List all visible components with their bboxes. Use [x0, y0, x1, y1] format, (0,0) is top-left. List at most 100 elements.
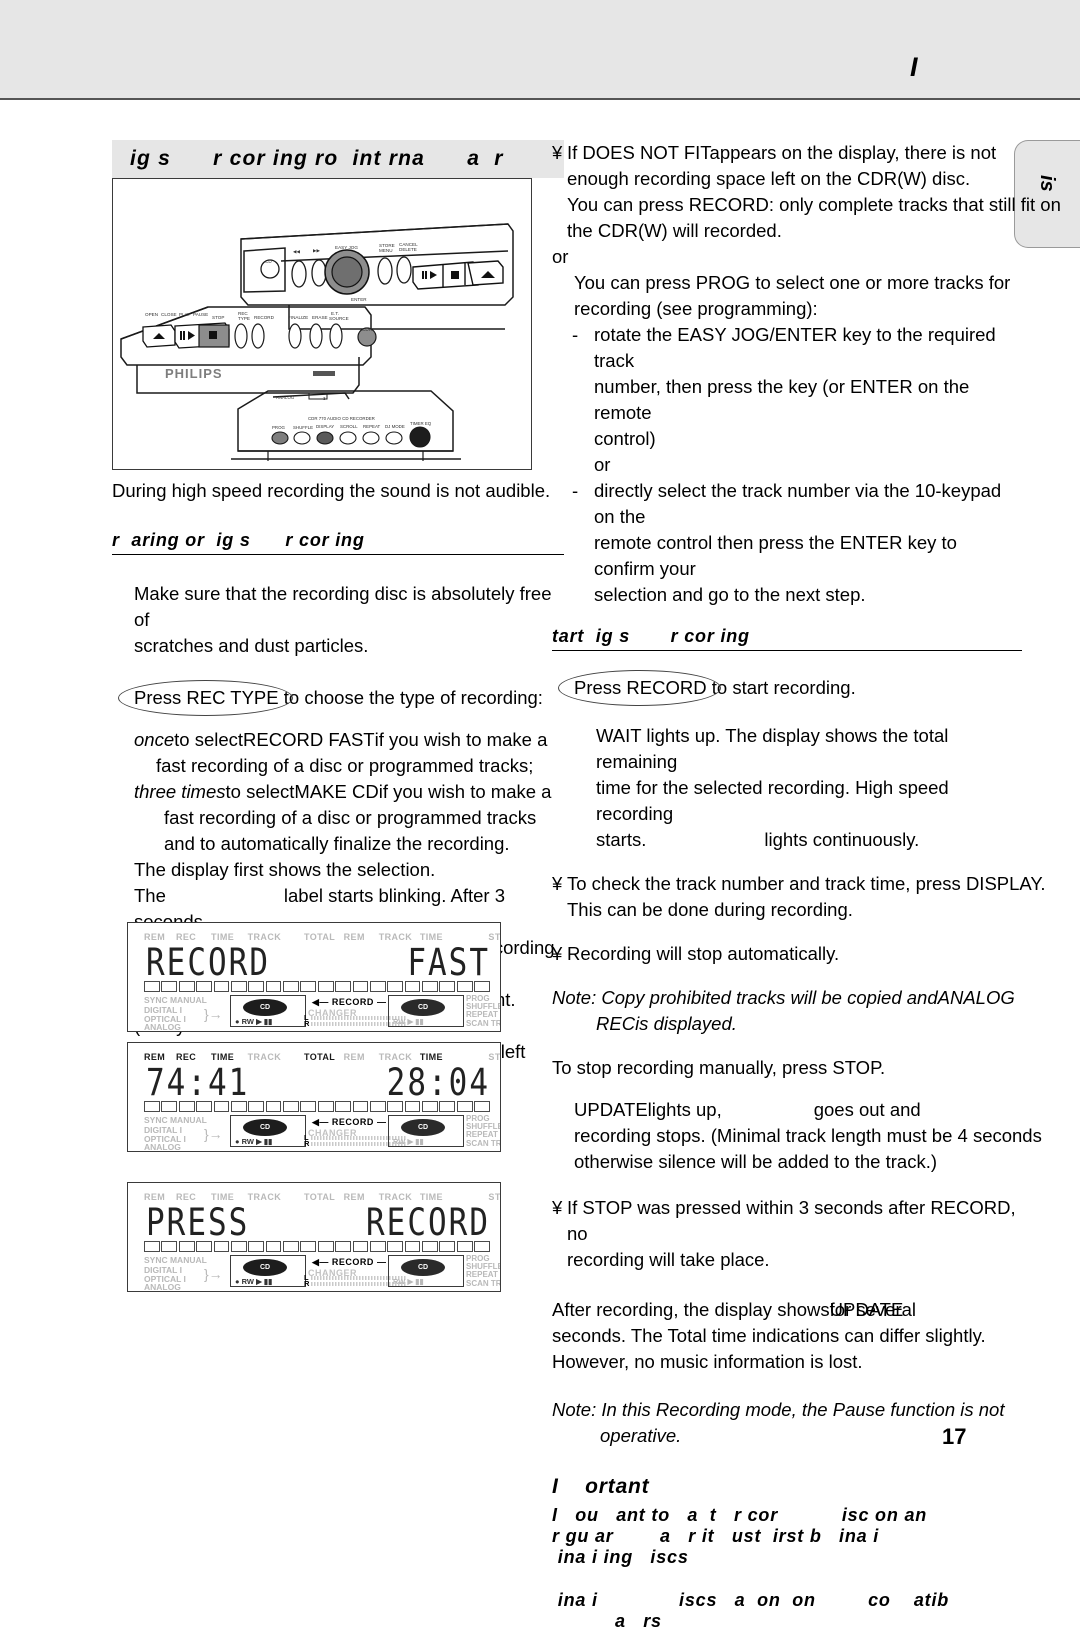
- update-2: recording stops. (Minimal track length m…: [574, 1125, 1042, 1146]
- update-3: otherwise silence will be added to the t…: [574, 1151, 937, 1172]
- bullet-stop-3sec: ¥ If STOP was pressed within 3 seconds a…: [552, 1195, 1022, 1273]
- track-tick: [178, 1101, 195, 1112]
- lcd1-label-rem-5: REM: [343, 931, 365, 942]
- track-tick: [422, 1101, 438, 1112]
- lcd1-main-left: RECORD: [146, 940, 270, 985]
- track-tick: [196, 981, 212, 992]
- lcd3-label-rem-5: REM: [343, 1191, 365, 1202]
- bullet-glyph-2: ¥: [552, 873, 563, 894]
- section-title: ig s r cor ing ro int rna a r: [112, 140, 564, 178]
- track-tick: [456, 1101, 473, 1112]
- track-tick: [352, 1241, 369, 1252]
- lcd-display-record-fast: REMRECTIMETRACKTOTALREMTRACKTIMESTEP REC…: [127, 922, 501, 1032]
- rec-type-callout[interactable]: Press REC TYPE: [118, 680, 293, 716]
- track-tick: [161, 981, 178, 992]
- track-tick: [317, 1101, 334, 1112]
- rotate-3: control): [594, 428, 656, 449]
- press-record-rest: to start recording.: [711, 677, 856, 698]
- track-tick: [335, 1101, 351, 1112]
- lcd3-disc-left-row: ● RW ▶ ▮▮: [235, 1277, 273, 1286]
- lcd2-mode-scan: SCAN TRACK: [466, 1138, 501, 1148]
- svg-text:ENTER: ENTER: [351, 297, 367, 302]
- bullet-glyph: ¥: [552, 142, 563, 163]
- svg-text:◀◀: ◀◀: [293, 249, 301, 254]
- dnf-4: the CDR(W) will recorded.: [567, 220, 782, 241]
- track-tick: [439, 1241, 456, 1252]
- page-header-title: I: [910, 52, 919, 82]
- dnf-1c: appears on the display, there is not: [709, 142, 997, 163]
- bullet-stop-3sec-body: If STOP was pressed within 3 seconds aft…: [567, 1195, 1022, 1273]
- track-tick: [265, 1241, 282, 1252]
- lcd2-disc-left-label: CD: [259, 1124, 271, 1131]
- lcd2-brace: }→: [204, 1126, 223, 1142]
- lcd2-sync-manual: SYNC MANUAL: [144, 1115, 207, 1125]
- svg-text:MENU: MENU: [379, 248, 393, 253]
- track-tick: [161, 1101, 178, 1112]
- track-tick: [352, 981, 369, 992]
- check-track-1: To check the track number and track time…: [567, 873, 1046, 894]
- note-copy-a: Note: Copy prohibited tracks will be cop…: [552, 987, 938, 1008]
- prep-line-1: Make sure that the recording disc is abs…: [134, 583, 552, 630]
- lcd1-disc-right: CD RW ▶ ▮▮: [388, 995, 464, 1027]
- lcd1-disc-right-oval: CD: [401, 999, 445, 1016]
- track-tick: [265, 981, 282, 992]
- lcd3-disc-left-label: CD: [259, 1264, 271, 1271]
- track-tick: [213, 1241, 230, 1252]
- page-number: 17: [942, 1424, 967, 1449]
- track-tick: [439, 1101, 456, 1112]
- bullet-auto-stop: ¥ Recording will stop automatically.: [552, 941, 1022, 967]
- prog-line-1: You can press PROG to select one or more…: [574, 272, 1011, 293]
- once-option: onceto selectRECORD FASTif you wish to m…: [112, 727, 564, 753]
- bullet-auto-stop-body: Recording will stop automatically.: [567, 943, 840, 964]
- track-tick: [248, 1241, 265, 1252]
- three-text-a: to select: [225, 781, 295, 802]
- lcd2-label-step-8: STEP: [488, 1051, 501, 1062]
- after-c: for several: [829, 1299, 917, 1320]
- track-tick: [230, 981, 247, 992]
- svg-text:CD: CD: [265, 259, 272, 264]
- three-bold: MAKE CD: [294, 781, 379, 802]
- track-tick: [387, 981, 404, 992]
- rec-type-step: Press REC TYPE to choose the type of rec…: [112, 680, 564, 716]
- track-tick: [196, 1241, 212, 1252]
- display-line2a: The: [134, 885, 166, 906]
- note-copy-c: REC: [596, 1013, 636, 1034]
- after-3: However, no music information is lost.: [552, 1351, 863, 1372]
- lcd2-record-label: ◀— RECORD —: [312, 1117, 387, 1127]
- lcd2-ch-r: R: [304, 1139, 310, 1148]
- lcd3-label-step-8: STEP: [488, 1191, 501, 1202]
- lcd2-source-analog: ANALOG: [144, 1142, 181, 1152]
- lcd1-main-right: FAST: [407, 940, 490, 985]
- svg-text:CDR 770 AUDIO CD RECORDER: CDR 770 AUDIO CD RECORDER: [308, 416, 375, 421]
- track-tick: [230, 1101, 247, 1112]
- track-tick: [283, 981, 299, 992]
- stop-manual-line: To stop recording manually, press STOP.: [552, 1057, 886, 1078]
- prep-line-2: scratches and dust particles.: [134, 635, 369, 656]
- lcd2-disc-left-row: ● RW ▶ ▮▮: [235, 1137, 273, 1146]
- lcd3-disc-right-label: CD: [417, 1264, 429, 1271]
- lcd2-disc-right-row: RW ▶ ▮▮: [393, 1137, 424, 1146]
- svg-text:DISPLAY: DISPLAY: [316, 424, 334, 429]
- lcd3-disc-right-row: RW ▶ ▮▮: [393, 1277, 424, 1286]
- track-tick: [317, 981, 334, 992]
- three-cont-1: fast recording of a disc or programmed t…: [164, 807, 537, 828]
- track-tick: [317, 1241, 334, 1252]
- lcd3-bottom: SYNC MANUAL DIGITAL I OPTICAL I ANALOG }→ …: [144, 1254, 500, 1291]
- lcd2-right-labels: PROGSHUFFLE ALLREPEATSCAN TRACK: [466, 1114, 501, 1148]
- lcd1-right-labels: PROGSHUFFLE ALLREPEATSCAN TRACK: [466, 994, 500, 1028]
- bullet-glyph-4: ¥: [552, 1197, 563, 1218]
- svg-text:DELETE: DELETE: [399, 247, 417, 252]
- important-line-3: ina i ing iscs: [552, 1547, 689, 1567]
- lcd2-label-total-4: TOTAL: [304, 1051, 336, 1062]
- press-record-callout[interactable]: Press RECORD: [558, 670, 721, 706]
- dnf-3: You can press RECORD: only complete trac…: [567, 194, 1061, 215]
- lcd1-disc-left: CD ● RW ▶ ▮▮: [230, 995, 306, 1027]
- lcd-display-remaining-time: REMRECTIMETRACKTOTALREMTRACKTIMESTEP 74:…: [127, 1042, 501, 1152]
- update-c: goes out and: [813, 1099, 921, 1120]
- svg-text:CLOSE: CLOSE: [161, 312, 177, 317]
- svg-text:PLAY: PLAY: [179, 312, 190, 317]
- prog-line-2: recording (see programming):: [574, 298, 818, 319]
- track-tick: [369, 1101, 386, 1112]
- track-tick: [474, 1241, 490, 1252]
- lcd2-main-right: 28:04: [386, 1060, 490, 1105]
